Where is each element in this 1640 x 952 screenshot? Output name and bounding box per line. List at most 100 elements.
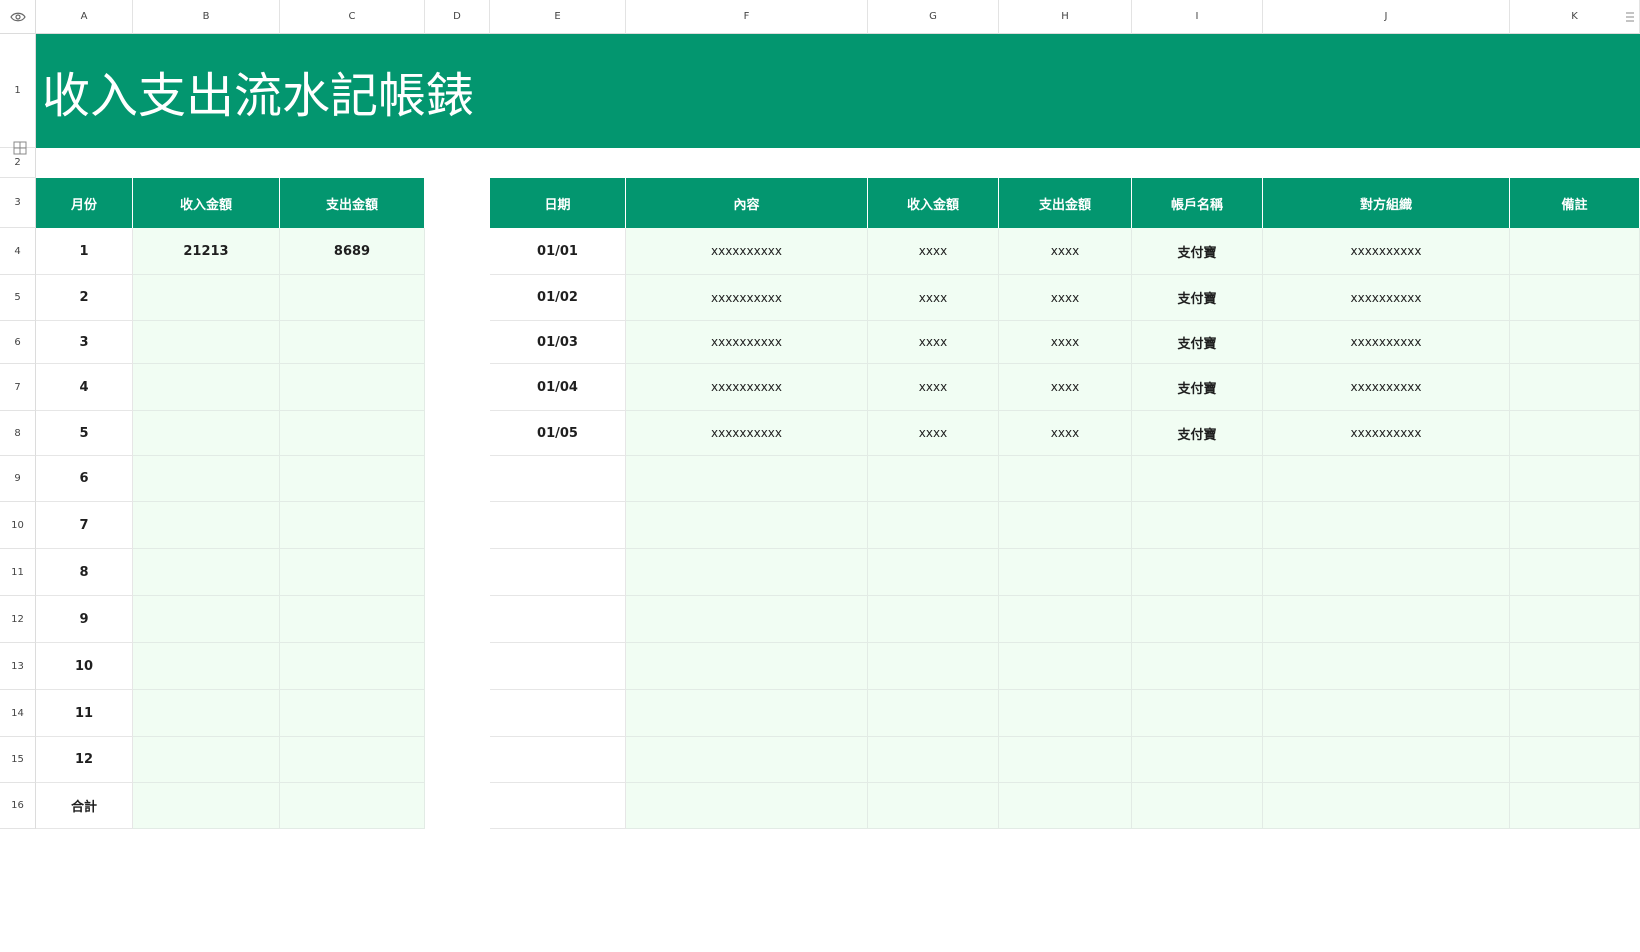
ledger-cell[interactable]: 01/01: [490, 228, 626, 275]
column-header-i[interactable]: I: [1132, 0, 1263, 34]
left-table-header[interactable]: 收入金額: [133, 178, 280, 228]
row-header-8[interactable]: 8: [0, 411, 36, 456]
ledger-cell[interactable]: [626, 456, 868, 502]
ledger-cell[interactable]: [626, 549, 868, 596]
ledger-cell[interactable]: 01/03: [490, 321, 626, 364]
row-header-14[interactable]: 14: [0, 690, 36, 737]
right-table-header[interactable]: 支出金額: [999, 178, 1132, 228]
amount-cell[interactable]: [133, 549, 280, 596]
right-table-header[interactable]: 帳戶名稱: [1132, 178, 1263, 228]
ledger-cell[interactable]: [868, 502, 999, 549]
ledger-cell[interactable]: xxxxxxxxxx: [1263, 411, 1510, 456]
ledger-cell[interactable]: [490, 737, 626, 783]
month-cell[interactable]: 1: [36, 228, 133, 275]
month-cell[interactable]: 12: [36, 737, 133, 783]
ledger-cell[interactable]: [1510, 502, 1640, 549]
amount-cell[interactable]: [133, 783, 280, 829]
ledger-cell[interactable]: [1510, 643, 1640, 690]
right-table-header[interactable]: 內容: [626, 178, 868, 228]
ledger-cell[interactable]: [1510, 275, 1640, 321]
ledger-cell[interactable]: 支付寶: [1132, 275, 1263, 321]
month-cell[interactable]: 8: [36, 549, 133, 596]
ledger-cell[interactable]: [999, 549, 1132, 596]
row-header-16[interactable]: 16: [0, 783, 36, 829]
column-menu-icon[interactable]: [1624, 8, 1636, 26]
ledger-cell[interactable]: [1263, 737, 1510, 783]
column-header-j[interactable]: J: [1263, 0, 1510, 34]
month-cell[interactable]: 7: [36, 502, 133, 549]
amount-cell[interactable]: [280, 549, 425, 596]
row-header-7[interactable]: 7: [0, 364, 36, 411]
ledger-cell[interactable]: [626, 783, 868, 829]
amount-cell[interactable]: [280, 456, 425, 502]
ledger-cell[interactable]: [1132, 690, 1263, 737]
ledger-cell[interactable]: [1132, 456, 1263, 502]
ledger-cell[interactable]: [626, 690, 868, 737]
select-all-corner[interactable]: [0, 0, 36, 34]
row-header-15[interactable]: 15: [0, 737, 36, 783]
ledger-cell[interactable]: [1132, 783, 1263, 829]
amount-cell[interactable]: [133, 456, 280, 502]
row-header-11[interactable]: 11: [0, 549, 36, 596]
amount-cell[interactable]: [280, 502, 425, 549]
ledger-cell[interactable]: 01/04: [490, 364, 626, 411]
row-header-6[interactable]: 6: [0, 321, 36, 364]
ledger-cell[interactable]: [868, 783, 999, 829]
ledger-cell[interactable]: [999, 596, 1132, 643]
ledger-cell[interactable]: [868, 549, 999, 596]
ledger-cell[interactable]: [868, 737, 999, 783]
column-header-b[interactable]: B: [133, 0, 280, 34]
row-header-1[interactable]: 1: [0, 34, 36, 148]
ledger-cell[interactable]: [1510, 456, 1640, 502]
ledger-cell[interactable]: xxxx: [868, 321, 999, 364]
ledger-cell[interactable]: xxxx: [868, 275, 999, 321]
ledger-cell[interactable]: [1510, 364, 1640, 411]
ledger-cell[interactable]: xxxx: [868, 228, 999, 275]
ledger-cell[interactable]: 支付寶: [1132, 364, 1263, 411]
ledger-cell[interactable]: [1510, 411, 1640, 456]
ledger-cell[interactable]: xxxxxxxxxx: [1263, 228, 1510, 275]
ledger-cell[interactable]: 支付寶: [1132, 411, 1263, 456]
ledger-cell[interactable]: [999, 502, 1132, 549]
row-header-3[interactable]: 3: [0, 178, 36, 228]
ledger-cell[interactable]: xxxx: [999, 321, 1132, 364]
ledger-cell[interactable]: [999, 690, 1132, 737]
column-header-h[interactable]: H: [999, 0, 1132, 34]
ledger-cell[interactable]: [1132, 643, 1263, 690]
amount-cell[interactable]: [133, 690, 280, 737]
ledger-cell[interactable]: [490, 643, 626, 690]
ledger-cell[interactable]: [1263, 502, 1510, 549]
amount-cell[interactable]: [133, 411, 280, 456]
row-header-12[interactable]: 12: [0, 596, 36, 643]
column-header-d[interactable]: D: [425, 0, 490, 34]
amount-cell[interactable]: [280, 737, 425, 783]
ledger-cell[interactable]: [1263, 456, 1510, 502]
ledger-cell[interactable]: [1263, 596, 1510, 643]
ledger-cell[interactable]: xxxx: [868, 411, 999, 456]
ledger-cell[interactable]: 01/02: [490, 275, 626, 321]
row-header-5[interactable]: 5: [0, 275, 36, 321]
ledger-cell[interactable]: [1263, 690, 1510, 737]
ledger-cell[interactable]: [626, 643, 868, 690]
ledger-cell[interactable]: xxxxxxxxxx: [1263, 275, 1510, 321]
ledger-cell[interactable]: xxxxxxxxxx: [1263, 364, 1510, 411]
ledger-cell[interactable]: xxxxxxxxxx: [626, 364, 868, 411]
right-table-header[interactable]: 日期: [490, 178, 626, 228]
freeze-rows-icon[interactable]: [13, 141, 27, 155]
ledger-cell[interactable]: [1263, 549, 1510, 596]
amount-cell[interactable]: [280, 596, 425, 643]
ledger-cell[interactable]: [868, 643, 999, 690]
month-cell[interactable]: 4: [36, 364, 133, 411]
amount-cell[interactable]: [280, 364, 425, 411]
row-header-9[interactable]: 9: [0, 456, 36, 502]
ledger-cell[interactable]: [1132, 596, 1263, 643]
ledger-cell[interactable]: [626, 737, 868, 783]
month-cell[interactable]: 2: [36, 275, 133, 321]
ledger-cell[interactable]: 支付寶: [1132, 321, 1263, 364]
ledger-cell[interactable]: [1132, 502, 1263, 549]
amount-cell[interactable]: [280, 690, 425, 737]
ledger-cell[interactable]: [999, 783, 1132, 829]
ledger-cell[interactable]: [999, 643, 1132, 690]
amount-cell[interactable]: [133, 737, 280, 783]
ledger-cell[interactable]: [868, 456, 999, 502]
